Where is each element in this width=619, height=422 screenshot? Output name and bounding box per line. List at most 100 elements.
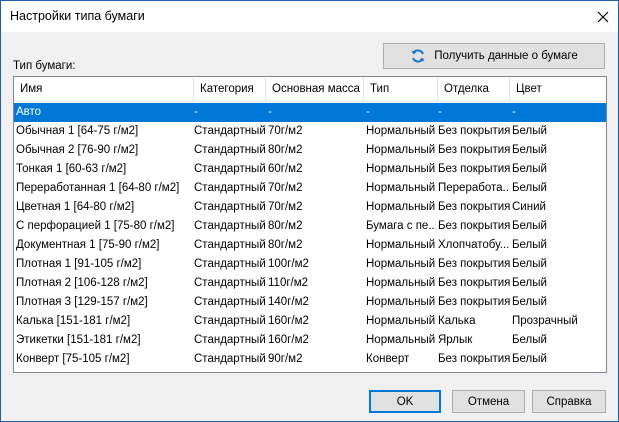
cell-category: Стандартный — [194, 334, 266, 346]
cell-type: - — [366, 106, 370, 118]
list-item[interactable]: Цветная 1 [64-80 г/м2] Стандартный 70г/м… — [14, 198, 606, 217]
column-header-category[interactable]: Категория — [194, 77, 266, 101]
cell-color: - — [512, 106, 516, 118]
cell-category: Стандартный — [194, 182, 266, 194]
list-item[interactable]: Переработанная 1 [64-80 г/м2] Стандартны… — [14, 179, 606, 198]
list-item[interactable]: Документная 1 [75-90 г/м2] Стандартный 8… — [14, 236, 606, 255]
cell-name: С перфорацией 1 [75-80 г/м2] — [16, 220, 175, 232]
cell-type: Конверт — [366, 353, 410, 365]
cell-category: Стандартный — [194, 201, 266, 213]
cell-category: Стандартный — [194, 315, 266, 327]
cell-color: Белый — [512, 144, 547, 156]
list-item[interactable]: Этикетки [151-181 г/м2] Стандартный 160г… — [14, 331, 606, 350]
cell-finish: Ярлык — [438, 334, 473, 346]
cell-finish: Без покрытия — [438, 258, 510, 270]
close-button[interactable] — [588, 1, 618, 32]
cell-name: Плотная 3 [129-157 г/м2] — [16, 296, 148, 308]
cell-basis-weight: 100г/м2 — [268, 258, 309, 270]
cell-category: Стандартный — [194, 277, 266, 289]
paper-type-label: Тип бумаги: — [13, 60, 76, 72]
cell-finish: Без покрытия — [438, 353, 510, 365]
cell-finish: - — [438, 106, 442, 118]
cell-basis-weight: 80г/м2 — [268, 239, 303, 251]
cell-name: Калька [151-181 г/м2] — [16, 315, 131, 327]
cell-color: Белый — [512, 334, 547, 346]
cell-color: Белый — [512, 125, 547, 137]
cell-color: Белый — [512, 277, 547, 289]
cell-category: Стандартный — [194, 163, 266, 175]
list-item[interactable]: С перфорацией 1 [75-80 г/м2] Стандартный… — [14, 217, 606, 236]
cell-type: Нормальный — [366, 258, 436, 270]
cell-type: Бумага с пе... — [366, 220, 436, 232]
list-item[interactable]: Калька [151-181 г/м2] Стандартный 160г/м… — [14, 312, 606, 331]
cell-name: Обычная 1 [64-75 г/м2] — [16, 125, 139, 137]
cell-basis-weight: 160г/м2 — [268, 315, 309, 327]
cell-name: Переработанная 1 [64-80 г/м2] — [16, 182, 180, 194]
cell-color: Белый — [512, 258, 547, 270]
list-item[interactable]: Плотная 2 [106-128 г/м2] Стандартный 110… — [14, 274, 606, 293]
cell-finish: Без покрытия — [438, 220, 510, 232]
cell-name: Авто — [16, 106, 42, 118]
cancel-button[interactable]: Отмена — [452, 390, 525, 413]
column-header-type[interactable]: Тип — [364, 77, 438, 101]
refresh-icon — [411, 49, 425, 63]
column-header-basis-weight[interactable]: Основная масса — [266, 77, 364, 101]
list-item[interactable]: Обычная 2 [76-90 г/м2] Стандартный 80г/м… — [14, 141, 606, 160]
cell-color: Белый — [512, 182, 547, 194]
cell-category: Стандартный — [194, 125, 266, 137]
get-paper-info-label: Получить данные о бумаге — [434, 50, 578, 62]
cell-name: Цветная 1 [64-80 г/м2] — [16, 201, 135, 213]
close-icon — [597, 11, 609, 22]
cell-type: Нормальный — [366, 277, 436, 289]
cell-color: Белый — [512, 353, 547, 365]
get-paper-info-button[interactable]: Получить данные о бумаге — [383, 43, 605, 69]
cell-name: Документная 1 [75-90 г/м2] — [16, 239, 160, 251]
cell-basis-weight: 70г/м2 — [268, 182, 303, 194]
list-header: Имя Категория Основная масса Тип Отделка… — [14, 77, 606, 102]
title-bar: Настройки типа бумаги — [1, 1, 618, 32]
ok-button[interactable]: OK — [369, 390, 441, 413]
paper-type-list[interactable]: Имя Категория Основная масса Тип Отделка… — [13, 76, 607, 373]
cell-finish: Без покрытия — [438, 296, 510, 308]
cell-name: Этикетки [151-181 г/м2] — [16, 334, 141, 346]
list-item[interactable]: Обычная 1 [64-75 г/м2] Стандартный 70г/м… — [14, 122, 606, 141]
column-header-name[interactable]: Имя — [14, 77, 194, 101]
cell-category: Стандартный — [194, 239, 266, 251]
cell-color: Белый — [512, 220, 547, 232]
cell-color: Белый — [512, 296, 547, 308]
cell-category: Стандартный — [194, 144, 266, 156]
cell-finish: Без покрытия — [438, 277, 510, 289]
cell-basis-weight: 90г/м2 — [268, 353, 303, 365]
cell-basis-weight: - — [268, 106, 272, 118]
cell-finish: Хлопчатобу... — [438, 239, 510, 251]
list-item[interactable]: Авто - - - - - — [14, 103, 606, 122]
cell-category: Стандартный — [194, 296, 266, 308]
column-header-finish[interactable]: Отделка — [438, 77, 510, 101]
cell-finish: Без покрытия — [438, 201, 510, 213]
cell-basis-weight: 80г/м2 — [268, 220, 303, 232]
list-item[interactable]: Плотная 1 [91-105 г/м2] Стандартный 100г… — [14, 255, 606, 274]
cell-type: Нормальный — [366, 182, 436, 194]
list-item[interactable]: Тонкая 1 [60-63 г/м2] Стандартный 60г/м2… — [14, 160, 606, 179]
list-item[interactable]: Плотная 3 [129-157 г/м2] Стандартный 140… — [14, 293, 606, 312]
cell-basis-weight: 70г/м2 — [268, 201, 303, 213]
cell-name: Обычная 2 [76-90 г/м2] — [16, 144, 139, 156]
column-header-color[interactable]: Цвет — [510, 77, 582, 101]
cell-basis-weight: 140г/м2 — [268, 296, 309, 308]
cell-finish: Без покрытия — [438, 163, 510, 175]
cell-category: - — [194, 106, 198, 118]
cell-finish: Переработа... — [438, 182, 510, 194]
cell-name: Плотная 1 [91-105 г/м2] — [16, 258, 142, 270]
cell-type: Нормальный — [366, 296, 436, 308]
cell-type: Нормальный — [366, 201, 436, 213]
cell-type: Нормальный — [366, 239, 436, 251]
cell-basis-weight: 80г/м2 — [268, 144, 303, 156]
cell-basis-weight: 110г/м2 — [268, 277, 309, 289]
cell-finish: Без покрытия — [438, 125, 510, 137]
cell-category: Стандартный — [194, 220, 266, 232]
cell-finish: Калька — [438, 315, 476, 327]
list-rows: Авто - - - - - Обычная 1 [64-75 г/м2] Ст… — [14, 103, 606, 369]
list-item[interactable]: Конверт [75-105 г/м2] Стандартный 90г/м2… — [14, 350, 606, 369]
cell-type: Нормальный — [366, 163, 436, 175]
help-button[interactable]: Справка — [532, 390, 606, 413]
